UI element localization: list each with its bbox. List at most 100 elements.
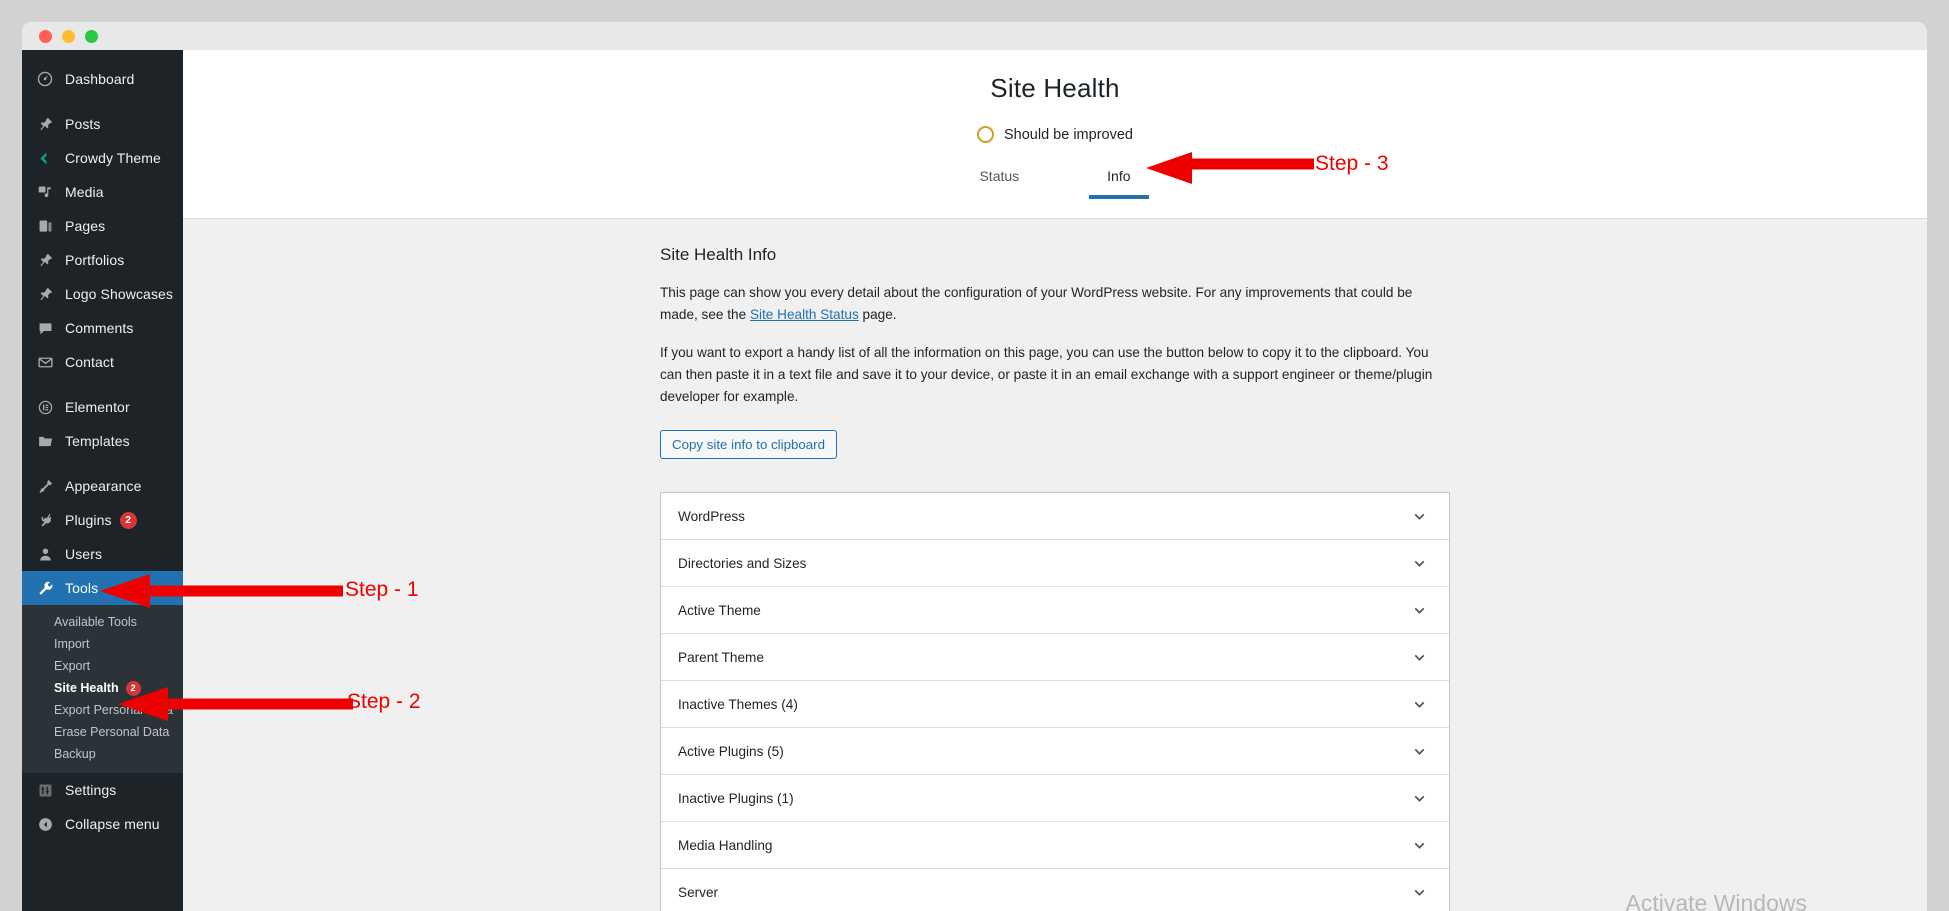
accordion-row-inactive-themes[interactable]: Inactive Themes (4) <box>661 681 1449 729</box>
chevron-down-icon[interactable] <box>1411 837 1428 854</box>
settings-icon <box>34 780 56 800</box>
submenu-item-export[interactable]: Export <box>22 655 183 677</box>
media-icon <box>34 182 56 202</box>
tab-status[interactable]: Status <box>961 165 1037 199</box>
submenu-item-export-personal-data[interactable]: Export Personal Data <box>22 699 183 721</box>
pin-icon <box>34 250 56 270</box>
sidebar-item-label: Elementor <box>65 399 130 415</box>
pin-icon <box>34 284 56 304</box>
site-health-header: Site Health Should be improved Status In… <box>183 50 1927 219</box>
accordion-label: WordPress <box>678 508 745 524</box>
accordion-label: Directories and Sizes <box>678 555 807 571</box>
appearance-icon <box>34 476 56 496</box>
elementor-icon <box>34 397 56 417</box>
copy-site-info-button[interactable]: Copy site info to clipboard <box>660 430 837 460</box>
close-window-button[interactable] <box>39 29 52 43</box>
sidebar-item-elementor[interactable]: Elementor <box>22 390 183 424</box>
intro-text-after: page. <box>858 307 897 323</box>
sidebar-item-plugins[interactable]: Plugins 2 <box>22 503 183 537</box>
submenu-item-site-health[interactable]: Site Health 2 <box>22 677 183 699</box>
sidebar-item-crowdy-theme[interactable]: Crowdy Theme <box>22 141 183 175</box>
accordion-label: Media Handling <box>678 837 773 853</box>
sidebar-item-settings[interactable]: Settings <box>22 773 183 807</box>
site-health-accordion: WordPress Directories and Sizes Active T… <box>660 492 1450 911</box>
sidebar-item-label: Settings <box>65 782 117 798</box>
accordion-row-directories-and-sizes[interactable]: Directories and Sizes <box>661 540 1449 588</box>
submenu-item-available-tools[interactable]: Available Tools <box>22 611 183 633</box>
chevron-down-icon[interactable] <box>1411 649 1428 666</box>
sidebar-item-label: Pages <box>65 218 106 234</box>
sidebar-item-label: Media <box>65 184 104 200</box>
intro-paragraph-1: This page can show you every detail abou… <box>660 282 1450 326</box>
chevron-down-icon[interactable] <box>1411 602 1428 619</box>
chevron-down-icon[interactable] <box>1411 508 1428 525</box>
accordion-label: Active Plugins (5) <box>678 743 784 759</box>
sidebar-item-pages[interactable]: Pages <box>22 209 183 243</box>
section-heading: Site Health Info <box>660 245 777 264</box>
chevron-down-icon[interactable] <box>1411 884 1428 901</box>
sidebar-item-label: Tools <box>65 580 99 596</box>
tools-submenu: Available Tools Import Export Site Healt… <box>22 605 183 773</box>
submenu-item-label: Import <box>54 637 90 651</box>
submenu-item-label: Export Personal Data <box>54 703 173 717</box>
comments-icon <box>34 318 56 338</box>
submenu-item-label: Available Tools <box>54 615 137 629</box>
sidebar-item-users[interactable]: Users <box>22 537 183 571</box>
site-health-tabs: Status Info <box>183 165 1927 199</box>
accordion-label: Active Theme <box>678 602 761 618</box>
status-ring-icon <box>977 126 994 143</box>
sidebar-item-label: Dashboard <box>65 71 135 87</box>
accordion-row-parent-theme[interactable]: Parent Theme <box>661 634 1449 682</box>
plugins-update-badge: 2 <box>119 511 137 529</box>
sidebar-item-label: Portfolios <box>65 252 125 268</box>
sidebar-item-logo-showcases[interactable]: Logo Showcases <box>22 277 183 311</box>
crowdy-theme-icon <box>34 148 56 168</box>
chevron-down-icon[interactable] <box>1411 743 1428 760</box>
plugins-icon <box>34 510 56 530</box>
intro-paragraph-2: If you want to export a handy list of al… <box>660 345 1433 405</box>
accordion-row-server[interactable]: Server <box>661 869 1449 911</box>
chevron-down-icon[interactable] <box>1411 790 1428 807</box>
chevron-down-icon[interactable] <box>1411 696 1428 713</box>
maximize-window-button[interactable] <box>85 29 98 43</box>
sidebar-item-tools[interactable]: Tools <box>22 571 183 605</box>
sidebar-item-posts[interactable]: Posts <box>22 107 183 141</box>
tab-info[interactable]: Info <box>1089 165 1149 199</box>
pin-icon <box>34 114 56 134</box>
windows-activation-watermark: Activate Windows <box>1625 890 1807 911</box>
accordion-row-media-handling[interactable]: Media Handling <box>661 822 1449 870</box>
accordion-row-wordpress[interactable]: WordPress <box>661 493 1449 541</box>
sidebar-item-collapse-menu[interactable]: Collapse menu <box>22 807 183 841</box>
sidebar-item-contact[interactable]: Contact <box>22 345 183 379</box>
window-titlebar <box>22 22 1927 50</box>
sidebar-item-label: Posts <box>65 116 101 132</box>
sidebar-item-appearance[interactable]: Appearance <box>22 469 183 503</box>
site-health-status-link[interactable]: Site Health Status <box>750 307 859 322</box>
sidebar-item-templates[interactable]: Templates <box>22 424 183 458</box>
accordion-row-active-plugins[interactable]: Active Plugins (5) <box>661 728 1449 776</box>
site-health-info-panel: Site Health Info This page can show you … <box>660 219 1450 911</box>
submenu-item-import[interactable]: Import <box>22 633 183 655</box>
submenu-item-erase-personal-data[interactable]: Erase Personal Data <box>22 721 183 743</box>
sidebar-item-portfolios[interactable]: Portfolios <box>22 243 183 277</box>
sidebar-item-label: Comments <box>65 320 134 336</box>
submenu-item-label: Site Health <box>54 681 119 695</box>
chevron-down-icon[interactable] <box>1411 555 1428 572</box>
pages-icon <box>34 216 56 236</box>
sidebar-item-media[interactable]: Media <box>22 175 183 209</box>
folder-icon <box>34 431 56 451</box>
minimize-window-button[interactable] <box>62 29 75 43</box>
submenu-item-backup[interactable]: Backup <box>22 743 183 765</box>
sidebar-item-label: Users <box>65 546 103 562</box>
sidebar-item-label: Contact <box>65 354 114 370</box>
sidebar-item-label: Collapse menu <box>65 816 160 832</box>
accordion-label: Server <box>678 884 719 900</box>
sidebar-item-comments[interactable]: Comments <box>22 311 183 345</box>
collapse-icon <box>34 814 56 834</box>
sidebar-item-dashboard[interactable]: Dashboard <box>22 62 183 96</box>
sidebar-item-label: Templates <box>65 433 130 449</box>
accordion-row-active-theme[interactable]: Active Theme <box>661 587 1449 635</box>
sidebar-item-label: Appearance <box>65 478 142 494</box>
accordion-row-inactive-plugins[interactable]: Inactive Plugins (1) <box>661 775 1449 823</box>
status-label: Should be improved <box>1004 126 1133 143</box>
